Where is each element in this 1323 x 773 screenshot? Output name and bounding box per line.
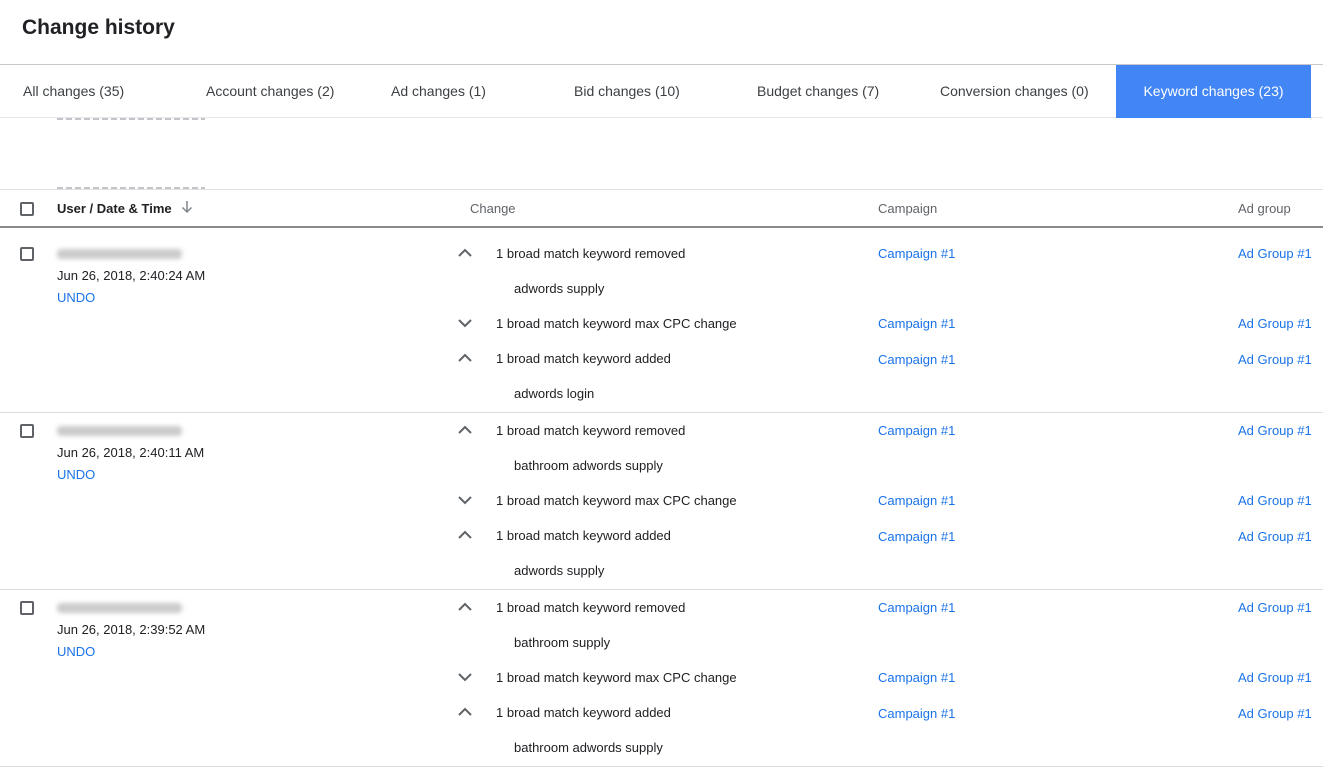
campaign-link[interactable]: Campaign #1 <box>878 316 955 331</box>
chevron-up-icon[interactable] <box>457 602 473 612</box>
keyword-detail: adwords supply <box>514 281 605 296</box>
chevron-up-icon[interactable] <box>457 248 473 258</box>
chevron-up-icon[interactable] <box>457 353 473 363</box>
row-checkbox[interactable] <box>20 601 34 615</box>
tab-budget-changes[interactable]: Budget changes (7) <box>757 65 879 118</box>
undo-link[interactable]: UNDO <box>57 467 95 482</box>
header-ad-group: Ad group <box>1238 201 1291 216</box>
table-row: Jun 26, 2018, 2:40:24 AM UNDO 1 broad ma… <box>0 236 1323 413</box>
keyword-detail: adwords login <box>514 386 595 401</box>
table-header: User / Date & Time Change Campaign Ad gr… <box>0 190 1323 228</box>
chevron-up-icon[interactable] <box>457 707 473 717</box>
row-checkbox[interactable] <box>20 247 34 261</box>
select-all-checkbox[interactable] <box>20 202 34 216</box>
undo-link[interactable]: UNDO <box>57 644 95 659</box>
table-row: Jun 26, 2018, 2:39:52 AM UNDO 1 broad ma… <box>0 590 1323 767</box>
ad-group-link[interactable]: Ad Group #1 <box>1238 529 1312 544</box>
ad-group-link[interactable]: Ad Group #1 <box>1238 316 1312 331</box>
campaign-link[interactable]: Campaign #1 <box>878 706 955 721</box>
ad-group-link[interactable]: Ad Group #1 <box>1238 600 1312 615</box>
header-user-date-time[interactable]: User / Date & Time <box>57 201 172 216</box>
change-description: 1 broad match keyword added <box>496 705 671 720</box>
change-description: 1 broad match keyword added <box>496 528 671 543</box>
scrolled-content-area <box>0 118 1323 190</box>
undo-link[interactable]: UNDO <box>57 290 95 305</box>
user-email-redacted <box>57 603 182 613</box>
change-description: 1 broad match keyword removed <box>496 600 686 615</box>
campaign-link[interactable]: Campaign #1 <box>878 246 955 261</box>
campaign-link[interactable]: Campaign #1 <box>878 600 955 615</box>
chevron-down-icon[interactable] <box>457 495 473 505</box>
ad-group-link[interactable]: Ad Group #1 <box>1238 706 1312 721</box>
header-campaign: Campaign <box>878 201 938 216</box>
campaign-link[interactable]: Campaign #1 <box>878 529 955 544</box>
change-date: Jun 26, 2018, 2:40:11 AM <box>57 445 205 460</box>
user-email-redacted <box>57 249 182 259</box>
ad-group-link[interactable]: Ad Group #1 <box>1238 246 1312 261</box>
header-change: Change <box>470 201 516 216</box>
change-description: 1 broad match keyword max CPC change <box>496 316 737 331</box>
campaign-link[interactable]: Campaign #1 <box>878 352 955 367</box>
row-checkbox[interactable] <box>20 424 34 438</box>
page-title: Change history <box>22 16 175 39</box>
campaign-link[interactable]: Campaign #1 <box>878 670 955 685</box>
user-email-redacted <box>57 426 182 436</box>
chevron-up-icon[interactable] <box>457 530 473 540</box>
keyword-detail: bathroom supply <box>514 635 611 650</box>
ad-group-link[interactable]: Ad Group #1 <box>1238 423 1312 438</box>
tab-conversion-changes[interactable]: Conversion changes (0) <box>940 65 1089 118</box>
table-row: Jun 26, 2018, 2:40:11 AM UNDO 1 broad ma… <box>0 413 1323 590</box>
tab-keyword-changes[interactable]: Keyword changes (23) <box>1116 65 1311 118</box>
chevron-up-icon[interactable] <box>457 425 473 435</box>
tab-all-changes[interactable]: All changes (35) <box>23 65 124 118</box>
change-description: 1 broad match keyword max CPC change <box>496 493 737 508</box>
tab-bid-changes[interactable]: Bid changes (10) <box>574 65 680 118</box>
campaign-link[interactable]: Campaign #1 <box>878 423 955 438</box>
change-date: Jun 26, 2018, 2:40:24 AM <box>57 268 206 283</box>
change-description: 1 broad match keyword added <box>496 351 671 366</box>
change-date: Jun 26, 2018, 2:39:52 AM <box>57 622 206 637</box>
keyword-detail: bathroom adwords supply <box>514 458 663 473</box>
tab-account-changes[interactable]: Account changes (2) <box>206 65 334 118</box>
tab-bar: All changes (35) Account changes (2) Ad … <box>0 64 1323 118</box>
ad-group-link[interactable]: Ad Group #1 <box>1238 352 1312 367</box>
chevron-down-icon[interactable] <box>457 672 473 682</box>
keyword-detail: bathroom adwords supply <box>514 740 663 755</box>
keyword-detail: adwords supply <box>514 563 605 578</box>
change-description: 1 broad match keyword removed <box>496 423 686 438</box>
change-description: 1 broad match keyword max CPC change <box>496 670 737 685</box>
clipped-text-fragment <box>57 118 205 120</box>
change-description: 1 broad match keyword removed <box>496 246 686 261</box>
chevron-down-icon[interactable] <box>457 318 473 328</box>
ad-group-link[interactable]: Ad Group #1 <box>1238 493 1312 508</box>
ad-group-link[interactable]: Ad Group #1 <box>1238 670 1312 685</box>
arrow-down-icon[interactable] <box>180 199 194 215</box>
tab-ad-changes[interactable]: Ad changes (1) <box>391 65 486 118</box>
campaign-link[interactable]: Campaign #1 <box>878 493 955 508</box>
